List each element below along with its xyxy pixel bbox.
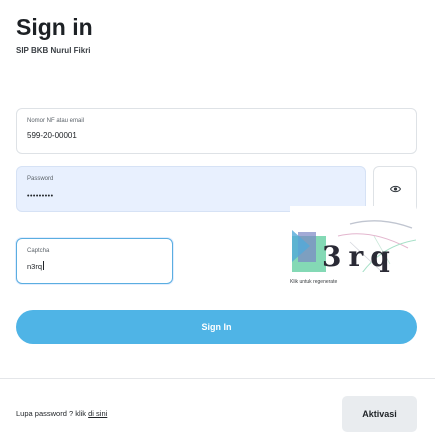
eye-icon <box>389 185 401 193</box>
captcha-image[interactable]: 3rq <box>290 206 416 272</box>
password-value: ••••••••• <box>27 193 54 200</box>
captcha-field[interactable]: Captcha n3rq <box>16 238 173 284</box>
activate-button[interactable]: Aktivasi <box>342 396 417 432</box>
username-field[interactable]: Nomor NF atau email 599-20-00001 <box>16 108 417 154</box>
divider <box>0 378 435 379</box>
captcha-text: 3rq <box>322 240 397 272</box>
captcha-hint: Klik untuk regenerate <box>290 279 338 285</box>
forgot-password-text: Lupa password ? klik di sini <box>16 409 108 418</box>
username-value: 599-20-00001 <box>27 131 77 140</box>
page-title: Sign in <box>16 14 93 40</box>
app-name: SIP BKB Nurul Fikri <box>16 46 91 55</box>
signin-button[interactable]: Sign In <box>16 310 417 344</box>
forgot-password-link[interactable]: di sini <box>88 409 107 418</box>
password-label: Password <box>27 176 54 182</box>
username-label: Nomor NF atau email <box>27 118 85 124</box>
captcha-label: Captcha <box>27 248 50 254</box>
captcha-value: n3rq <box>27 261 45 271</box>
